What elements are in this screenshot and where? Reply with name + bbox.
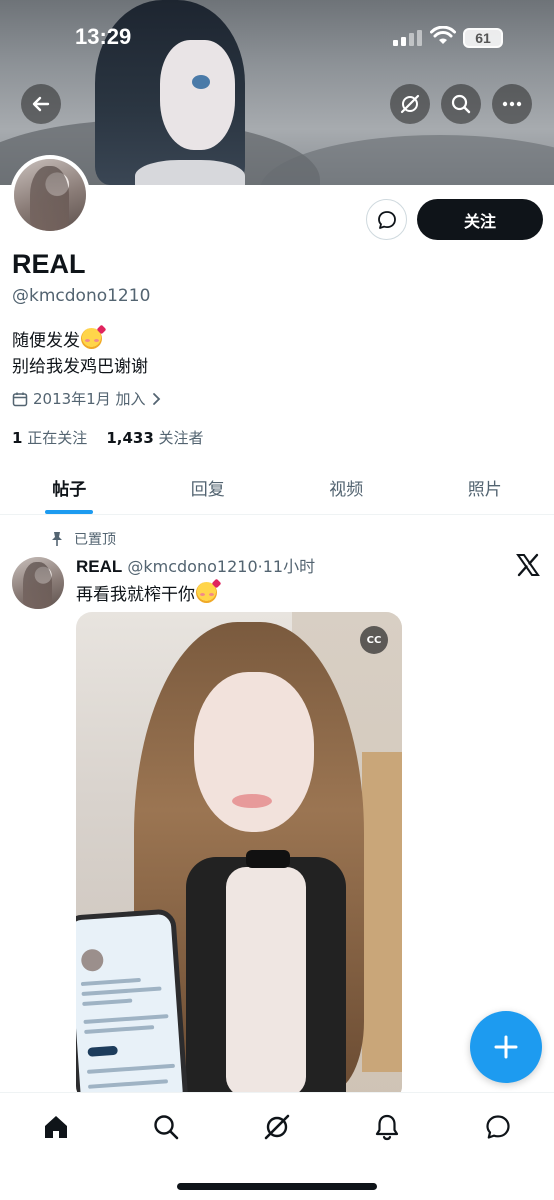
phone-screen-line: [84, 1025, 155, 1034]
compose-post-button[interactable]: [470, 1011, 542, 1083]
avatar-image: [12, 557, 64, 609]
grok-button[interactable]: [390, 84, 430, 124]
video-person-face: [194, 672, 314, 832]
following-label: 正在关注: [27, 429, 88, 447]
banner-character-eye: [192, 75, 210, 89]
plus-icon: [494, 1035, 518, 1059]
smiling-face-with-hearts-emoji: [196, 582, 217, 603]
phone-screen-line: [80, 977, 141, 987]
message-bubble-icon: [377, 210, 396, 229]
phone-screen-line: [87, 1079, 169, 1089]
followers-count: 1,433: [106, 429, 154, 447]
banner-mountain: [260, 135, 554, 185]
pinned-label: 已置顶: [74, 532, 116, 548]
post-header: REAL @kmcdono1210·11小时: [76, 553, 315, 577]
nav-search[interactable]: [148, 1109, 184, 1145]
pin-icon: [52, 532, 62, 546]
bio-line: 随便发发: [12, 331, 80, 351]
home-icon: [45, 1116, 67, 1138]
arrow-left-icon: [32, 96, 50, 112]
video-background-door: [362, 752, 402, 1072]
cellular-signal-icon: [393, 30, 422, 46]
user-handle: @kmcdono1210: [12, 286, 151, 306]
chevron-right-icon: [152, 392, 160, 405]
post-author-handle[interactable]: @kmcdono1210: [127, 557, 257, 576]
followers-label: 关注者: [158, 429, 204, 447]
battery-indicator: 61: [463, 28, 503, 48]
tab-replies[interactable]: 回复: [139, 460, 278, 514]
grok-icon: [400, 94, 420, 114]
wifi-icon: [430, 26, 456, 44]
following-count: 1: [12, 429, 23, 447]
join-date-text: 2013年1月 加入: [33, 390, 146, 408]
banner-character-face: [160, 40, 235, 150]
status-bar: 13:29 61: [0, 22, 554, 54]
nav-grok[interactable]: [259, 1109, 295, 1145]
post-video[interactable]: CC: [76, 612, 402, 1102]
post-time[interactable]: 11小时: [263, 557, 315, 576]
profile-tabs: 帖子 回复 视频 照片: [0, 460, 554, 515]
search-button[interactable]: [441, 84, 481, 124]
more-horizontal-icon: [502, 101, 522, 107]
nav-messages[interactable]: [480, 1109, 516, 1145]
phone-screen-line: [86, 1063, 176, 1074]
more-button[interactable]: [492, 84, 532, 124]
phone-screen-button: [87, 1045, 118, 1057]
phone-screen-line: [82, 998, 133, 1007]
calendar-icon: [12, 392, 28, 406]
follow-button[interactable]: 关注: [417, 199, 543, 240]
pinned-indicator: 已置顶: [50, 529, 116, 549]
profile-bio: 随便发发 别给我发鸡巴谢谢: [12, 328, 148, 380]
notifications-icon: [375, 1114, 399, 1141]
messages-icon: [486, 1115, 510, 1139]
smiling-face-with-hearts-emoji: [81, 328, 102, 349]
banner-character-body: [135, 160, 245, 185]
home-indicator: [177, 1183, 377, 1190]
video-person-lips: [232, 794, 272, 808]
post-author-name[interactable]: REAL: [76, 557, 122, 576]
display-name: REAL: [12, 249, 86, 279]
back-button[interactable]: [21, 84, 61, 124]
video-person-lace: [226, 867, 306, 1097]
phone-screen-avatar: [80, 948, 105, 972]
avatar-image: [14, 159, 86, 231]
tab-posts[interactable]: 帖子: [0, 460, 139, 514]
video-person-bow: [246, 850, 290, 868]
followers-link[interactable]: 1,433 关注者: [106, 429, 203, 447]
following-link[interactable]: 1 正在关注: [12, 429, 87, 447]
bio-line: 别给我发鸡巴谢谢: [12, 357, 148, 377]
status-time: 13:29: [75, 24, 132, 49]
join-date[interactable]: 2013年1月 加入: [12, 388, 163, 409]
post-text-content: 再看我就榨干你: [76, 585, 195, 605]
closed-captions-button[interactable]: CC: [360, 626, 388, 654]
video-phone-in-hand: [76, 908, 189, 1102]
phone-screen-line: [83, 1014, 169, 1024]
phone-screen-line: [81, 986, 162, 997]
x-logo-icon[interactable]: [516, 553, 540, 577]
nav-notifications[interactable]: [369, 1109, 405, 1145]
post-text: 再看我就榨干你: [76, 580, 217, 605]
tab-videos[interactable]: 视频: [277, 460, 416, 514]
post-author-avatar[interactable]: [12, 557, 64, 609]
tab-photos[interactable]: 照片: [416, 460, 554, 514]
follow-stats: 1 正在关注 1,433 关注者: [12, 427, 204, 448]
nav-home[interactable]: [38, 1109, 74, 1145]
grok-icon: [264, 1114, 290, 1140]
message-button[interactable]: [366, 199, 407, 240]
search-icon: [154, 1115, 179, 1140]
search-icon: [451, 94, 471, 114]
profile-avatar[interactable]: [10, 155, 90, 235]
